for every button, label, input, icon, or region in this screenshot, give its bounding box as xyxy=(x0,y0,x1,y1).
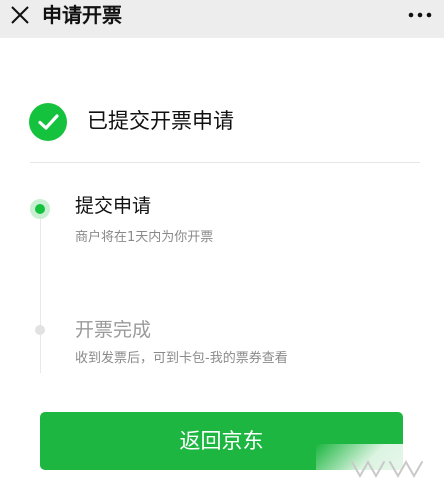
step-active-dot-icon xyxy=(30,199,50,219)
step-submit-title: 提交申请 xyxy=(75,195,152,217)
step-complete-description: 收到发票后，可到卡包-我的票券查看 xyxy=(75,351,288,366)
step-complete-title: 开票完成 xyxy=(75,319,152,341)
divider xyxy=(30,162,420,163)
timeline-line xyxy=(40,217,41,373)
check-mark-icon xyxy=(38,114,59,130)
step-pending-dot-icon xyxy=(35,325,45,335)
status-text: 已提交开票申请 xyxy=(87,109,234,133)
step-submit-description: 商户将在1天内为你开票 xyxy=(75,230,214,245)
check-circle-icon xyxy=(29,103,67,141)
close-icon[interactable] xyxy=(9,4,31,26)
watermark-logo xyxy=(351,459,423,479)
page-title: 申请开票 xyxy=(42,3,122,27)
watermark xyxy=(316,444,444,492)
top-nav-bar: 申请开票 xyxy=(0,0,444,38)
more-icon[interactable] xyxy=(408,12,432,18)
